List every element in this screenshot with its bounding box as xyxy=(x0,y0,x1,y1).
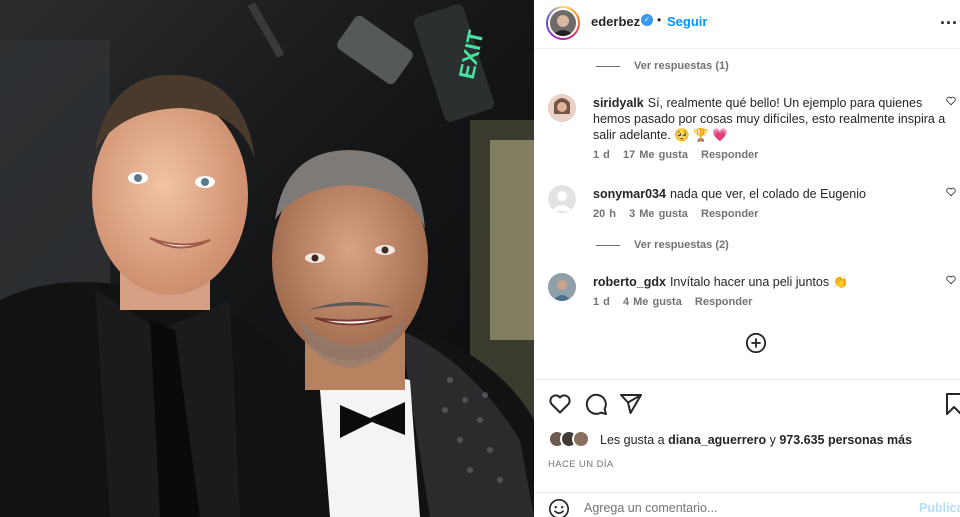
comment-username[interactable]: siridyalk xyxy=(593,96,644,110)
likes-prefix: Les gusta a xyxy=(600,433,665,447)
comment-item: siridyalk Sí, realmente qué bello! Un eje… xyxy=(548,94,958,164)
liker-username[interactable]: diana_aguerrero xyxy=(668,433,766,447)
comment-body: siridyalk Sí, realmente qué bello! Un eje… xyxy=(593,95,953,143)
comment-likes[interactable]: 17 Me gusta xyxy=(623,149,688,161)
view-replies-link[interactable]: Ver respuestas (2) xyxy=(596,239,729,251)
post-sidebar: ederbez ✓ • Seguir ... Ver respuestas (1… xyxy=(534,0,960,517)
post-header: ederbez ✓ • Seguir ... xyxy=(534,0,960,49)
commenter-avatar[interactable] xyxy=(548,94,576,122)
comment-icon[interactable] xyxy=(584,392,608,416)
comment-likes[interactable]: 3 Me gusta xyxy=(629,208,688,220)
comment-like-icon[interactable] xyxy=(946,96,956,106)
reply-button[interactable]: Responder xyxy=(701,149,758,161)
comment-time: 1 d xyxy=(593,149,610,161)
comment-time: 1 d xyxy=(593,296,610,308)
likes-count[interactable]: 973.635 personas más xyxy=(779,433,912,447)
view-replies-label: Ver respuestas (1) xyxy=(634,60,729,72)
reply-button[interactable]: Responder xyxy=(695,296,752,308)
follow-button[interactable]: Seguir xyxy=(667,14,707,29)
comment-username[interactable]: roberto_gdx xyxy=(593,275,666,289)
comment-like-icon[interactable] xyxy=(946,187,956,197)
comment-text: nada que ver, el colado de Eugenio xyxy=(669,187,866,201)
view-replies-label: Ver respuestas (2) xyxy=(634,239,729,251)
bookmark-icon[interactable] xyxy=(942,392,960,416)
post-photo[interactable]: EXIT xyxy=(0,0,534,517)
post-timestamp: HACE UN DÍA xyxy=(548,459,614,470)
comment-composer: Publica xyxy=(534,492,960,517)
comment-body: roberto_gdx Invítalo hacer una peli junto… xyxy=(593,274,953,290)
reply-button[interactable]: Responder xyxy=(701,208,758,220)
commenter-avatar[interactable] xyxy=(548,185,576,213)
comment-username[interactable]: sonymar034 xyxy=(593,187,666,201)
more-icon[interactable]: ... xyxy=(940,8,958,29)
likes-text: Les gusta a diana_aguerrero y 973.635 pe… xyxy=(600,433,912,447)
post-actions: Les gusta a diana_aguerrero y 973.635 pe… xyxy=(534,379,960,517)
liker-avatar xyxy=(572,430,590,448)
comment-body: sonymar034 nada que ver, el colado de Eug… xyxy=(593,186,953,202)
comment-item: sonymar034 nada que ver, el colado de Eug… xyxy=(548,185,958,227)
likes-summary: Les gusta a diana_aguerrero y 973.635 pe… xyxy=(548,430,948,450)
comment-input[interactable] xyxy=(584,501,884,515)
comment-meta: 1 d 17 Me gusta Responder xyxy=(593,149,767,161)
commenter-avatar[interactable] xyxy=(548,273,576,301)
author-username[interactable]: ederbez xyxy=(591,14,640,29)
emoji-icon[interactable] xyxy=(548,498,570,517)
comments-list[interactable]: Ver respuestas (1) siridyalk Sí, realment… xyxy=(534,50,960,378)
publish-button[interactable]: Publica xyxy=(919,501,960,515)
comment-text: Sí, realmente qué bello! Un ejemplo para… xyxy=(593,96,946,142)
comment-meta: 1 d 4 Me gusta Responder xyxy=(593,296,761,308)
comment-meta: 20 h 3 Me gusta Responder xyxy=(593,208,767,220)
likes-middle: y xyxy=(769,433,776,447)
view-replies-link[interactable]: Ver respuestas (1) xyxy=(596,60,729,72)
comment-likes[interactable]: 4 Me gusta xyxy=(623,296,682,308)
heart-icon[interactable] xyxy=(548,392,572,416)
comment-item: roberto_gdx Invítalo hacer una peli junto… xyxy=(548,273,958,315)
comment-text: Invítalo hacer una peli juntos 👏 xyxy=(669,275,849,289)
selfie-illustration: EXIT xyxy=(0,0,534,517)
add-circle-icon[interactable] xyxy=(745,332,767,354)
comment-time: 20 h xyxy=(593,208,617,220)
comment-like-icon[interactable] xyxy=(946,275,956,285)
share-icon[interactable] xyxy=(619,392,643,416)
verified-icon: ✓ xyxy=(641,14,653,26)
author-avatar[interactable] xyxy=(546,6,580,40)
header-separator: • xyxy=(657,13,662,27)
